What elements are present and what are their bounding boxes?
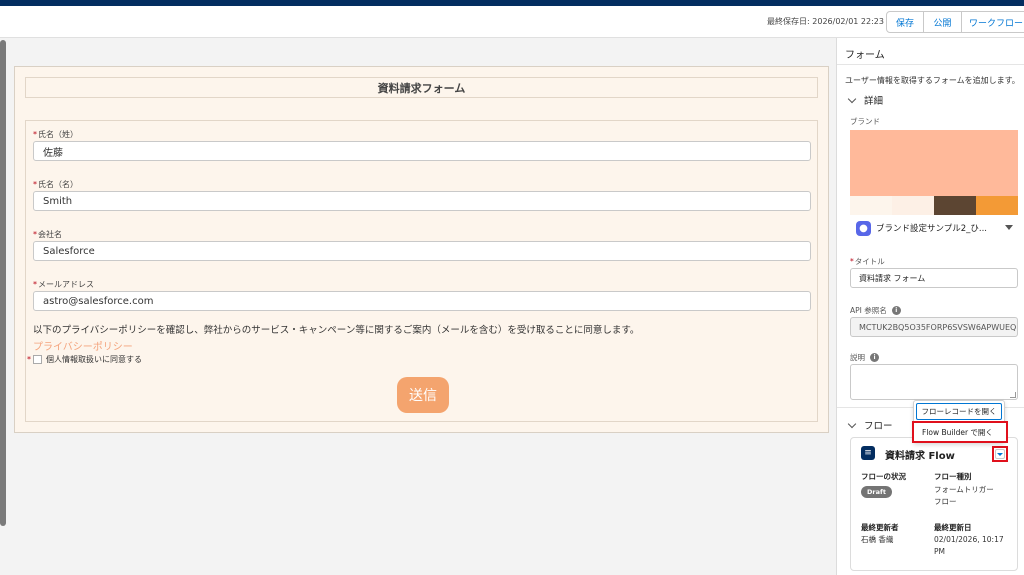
agree-row: * 個人情報取扱いに同意する — [27, 354, 142, 365]
chevron-down-icon — [847, 419, 857, 428]
brand-select[interactable]: ● ブランド設定サンプル2_ひ... — [850, 217, 1018, 239]
chevron-down-icon — [995, 449, 1005, 459]
flow-section-title: フロー — [864, 421, 893, 432]
publish-button[interactable]: 公開 — [923, 11, 962, 33]
flow-type-label: フロー種別 — [934, 472, 972, 481]
brand-color-preview — [850, 130, 1018, 196]
status-badge: Draft — [861, 486, 892, 498]
chevron-down-icon — [847, 94, 857, 103]
details-section-toggle[interactable]: 詳細 — [847, 93, 884, 107]
details-section-title: 詳細 — [864, 96, 884, 107]
updated-by-value: 石橋 香織 — [861, 535, 894, 544]
submit-button[interactable]: 送信 — [397, 377, 449, 413]
updated-date-value: 02/01/2026, 10:17 PM — [934, 535, 1004, 556]
caret-down-icon — [1005, 225, 1013, 230]
field-last-name: *氏名（姓） 佐藤 — [33, 129, 811, 161]
privacy-policy-link[interactable]: プライバシーポリシー — [33, 338, 133, 353]
api-name-input: MCTUK2BQ5O35FORP6SVSW6APWUEQ — [850, 317, 1018, 337]
title-input[interactable]: 資料請求 フォーム — [850, 268, 1018, 288]
updated-date-label: 最終更新日 — [934, 523, 972, 532]
flow-section-toggle[interactable]: フロー — [847, 418, 893, 432]
panel-description: ユーザー情報を取得するフォームを追加します。 — [845, 76, 1020, 85]
description-label: 説明 i — [850, 352, 879, 363]
info-icon[interactable]: i — [870, 353, 879, 362]
panel-header: フォーム — [845, 50, 885, 61]
divider — [837, 64, 1024, 65]
form-title[interactable]: 資料請求フォーム — [25, 77, 818, 98]
updated-by-label: 最終更新者 — [861, 523, 899, 532]
save-button[interactable]: 保存 — [886, 11, 924, 33]
flow-type-value: フォームトリガー フロー — [934, 485, 994, 506]
agree-checkbox[interactable] — [33, 355, 42, 364]
workflow-button[interactable]: ワークフロー — [961, 11, 1024, 33]
required-mark: * — [27, 355, 31, 364]
brand-color-1 — [850, 196, 892, 215]
title-label: *タイトル — [850, 256, 885, 267]
company-input[interactable]: Salesforce — [33, 241, 811, 261]
field-label: 氏名（姓） — [38, 130, 78, 139]
palette-icon: ● — [856, 220, 871, 236]
email-input[interactable]: astro@salesforce.com — [33, 291, 811, 311]
flow-actions-menu: フローレコードを開く Flow Builder で開く — [912, 400, 1008, 443]
agree-label: 個人情報取扱いに同意する — [46, 355, 142, 364]
brand-label: ブランド — [850, 117, 880, 126]
required-mark: * — [33, 230, 37, 239]
flow-actions-dropdown[interactable] — [992, 446, 1008, 462]
form-canvas: 資料請求フォーム *氏名（姓） 佐藤 *氏名（名） Smith *会社名 Sal… — [14, 66, 829, 433]
resize-handle-icon[interactable] — [1010, 392, 1016, 398]
builder-toolbar: 最終保存日: 2026/02/01 22:23 保存 公開 ワークフロー — [0, 6, 1024, 38]
consent-text: 以下のプライバシーポリシーを確認し、弊社からのサービス・キャンペーン等に関するご… — [33, 325, 640, 336]
menu-item-open-flow-builder[interactable]: Flow Builder で開く — [912, 421, 1008, 443]
api-name-label: API 参照名 i — [850, 305, 901, 316]
title-label-text: タイトル — [854, 257, 885, 266]
canvas-scrollbar[interactable] — [0, 40, 6, 526]
required-mark: * — [33, 280, 37, 289]
brand-color-strip — [850, 196, 1018, 215]
required-mark: * — [33, 180, 37, 189]
brand-color-2 — [892, 196, 934, 215]
required-mark: * — [33, 130, 37, 139]
field-email: *メールアドレス astro@salesforce.com — [33, 279, 811, 311]
flow-name[interactable]: 資料請求 Flow — [885, 447, 955, 462]
description-textarea[interactable] — [850, 364, 1018, 400]
brand-select-value: ブランド設定サンプル2_ひ... — [876, 224, 988, 234]
field-label: メールアドレス — [38, 280, 94, 289]
flow-icon: ≡ — [861, 446, 875, 460]
info-icon[interactable]: i — [891, 306, 901, 315]
description-label-text: 説明 — [850, 353, 865, 362]
field-label: 氏名（名） — [38, 180, 78, 189]
api-name-label-text: API 参照名 — [850, 306, 887, 315]
menu-item-open-flow-record[interactable]: フローレコードを開く — [916, 403, 1002, 420]
first-name-input[interactable]: Smith — [33, 191, 811, 211]
field-label: 会社名 — [38, 230, 62, 239]
required-mark: * — [850, 257, 854, 266]
properties-panel: フォーム ユーザー情報を取得するフォームを追加します。 詳細 ブランド ● ブラ… — [836, 38, 1024, 575]
field-company: *会社名 Salesforce — [33, 229, 811, 261]
brand-color-4 — [976, 196, 1018, 215]
field-first-name: *氏名（名） Smith — [33, 179, 811, 211]
flow-status-label: フローの状況 — [861, 472, 906, 481]
last-saved-text: 最終保存日: 2026/02/01 22:23 — [767, 17, 884, 26]
brand-color-3 — [934, 196, 976, 215]
last-name-input[interactable]: 佐藤 — [33, 141, 811, 161]
flow-card: ≡ 資料請求 Flow フローの状況 Draft フロー種別 フォームトリガーフ… — [850, 437, 1018, 571]
form-body: *氏名（姓） 佐藤 *氏名（名） Smith *会社名 Salesforce *… — [25, 120, 818, 422]
